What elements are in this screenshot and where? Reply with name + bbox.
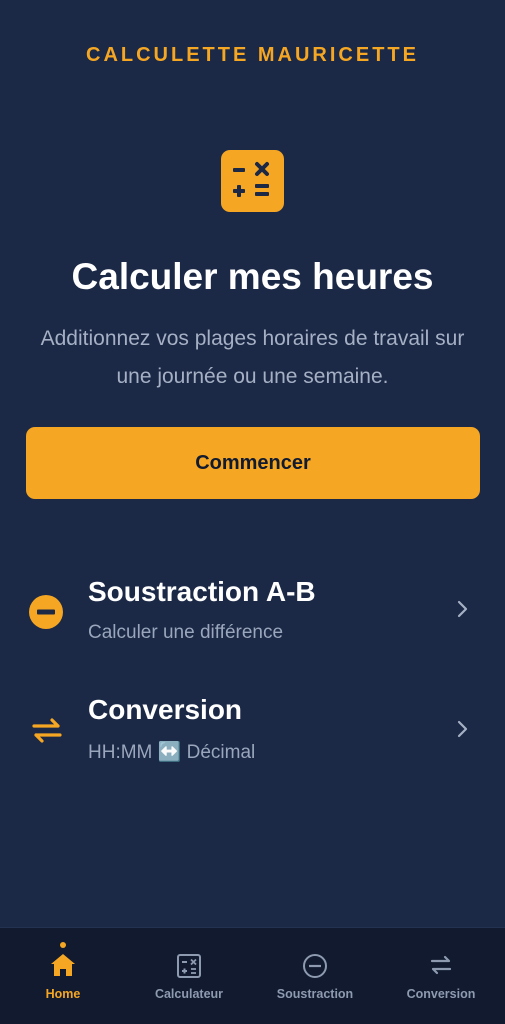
tool-item-subtitle: Calculer une différence [88, 622, 284, 643]
tool-item-conversion[interactable]: Conversion HH:MM ↔️ Décimal [0, 680, 505, 780]
tool-item-title: Conversion [88, 694, 243, 725]
app-title: CALCULETTE MAURICETTE [86, 44, 419, 66]
tool-item-soustraction[interactable]: Soustraction A-B Calculer une différence [0, 562, 505, 662]
left-right-arrow-icon: ↔️ [157, 742, 182, 763]
nav-label-soustraction: Soustraction [276, 987, 354, 1001]
tool-item-title: Soustraction A-B [88, 576, 316, 607]
chevron-right-icon [457, 720, 469, 743]
swap-arrows-icon [428, 953, 454, 982]
calculator-icon [176, 953, 202, 984]
nav-item-soustraction[interactable]: Soustraction [252, 928, 378, 1024]
nav-label-home: Home [45, 987, 81, 1001]
nav-item-calculateur[interactable]: Calculateur [126, 928, 252, 1024]
page-title: Calculer mes heures [71, 256, 434, 297]
swap-arrows-icon [30, 716, 64, 749]
nav-item-home[interactable]: Home [0, 928, 126, 1024]
home-icon [50, 953, 76, 982]
bottom-nav: Home Calculateur Soustraction Conversion [0, 927, 505, 1024]
nav-label-conversion: Conversion [406, 987, 476, 1001]
start-button[interactable]: Commencer [26, 427, 480, 499]
nav-item-conversion[interactable]: Conversion [378, 928, 504, 1024]
nav-label-calculateur: Calculateur [154, 987, 224, 1001]
format-decimal: Décimal [186, 742, 256, 763]
calculator-icon [221, 150, 284, 212]
minus-circle-icon [302, 953, 328, 984]
format-hhmm: HH:MM [88, 742, 153, 763]
active-indicator [60, 942, 66, 948]
chevron-right-icon [457, 600, 469, 623]
page-subtitle: Additionnez vos plages horaires de trava… [40, 327, 465, 388]
tool-item-subtitle: HH:MM ↔️ Décimal [88, 740, 255, 764]
minus-circle-icon [28, 594, 64, 635]
home-screen: CALCULETTE MAURICETTE Calculer mes heure… [0, 0, 505, 1024]
